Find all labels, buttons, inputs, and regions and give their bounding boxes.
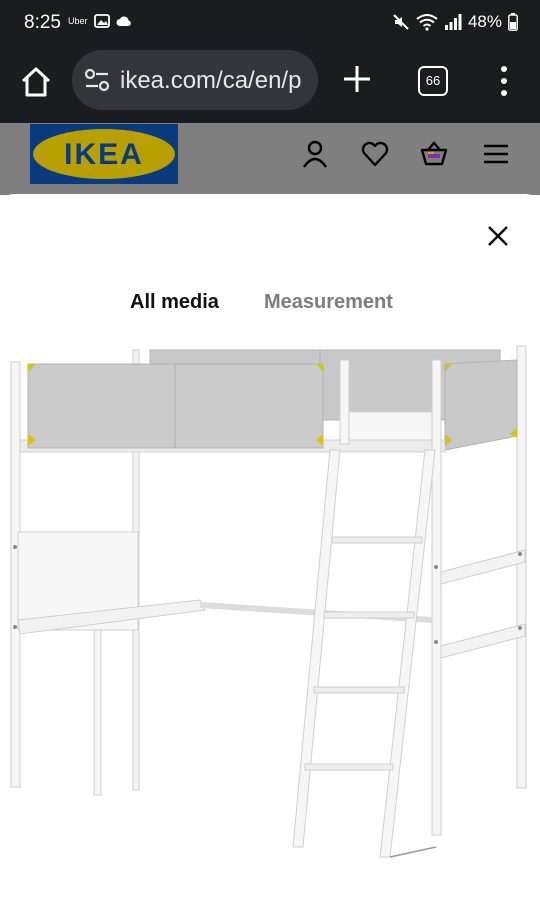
wifi-icon <box>416 14 438 31</box>
more-options-icon[interactable] <box>494 64 514 98</box>
media-modal: All media Measurement <box>0 194 540 900</box>
battery-percent: 48% <box>467 12 502 31</box>
signal-icon <box>444 14 462 30</box>
tab-switcher-button[interactable]: 66 <box>418 66 448 96</box>
ikea-logo-mark: IKEA <box>33 129 175 179</box>
account-icon[interactable] <box>300 139 330 169</box>
battery-icon <box>508 13 518 31</box>
new-tab-icon[interactable] <box>340 62 374 96</box>
address-bar[interactable]: ikea.com/ca/en/p <box>72 50 318 110</box>
cloud-icon <box>116 16 131 26</box>
status-notifications: Uber <box>68 14 132 28</box>
ikea-logo[interactable]: IKEA <box>30 124 178 184</box>
loft-bed-image <box>10 345 527 858</box>
mute-icon <box>393 14 409 30</box>
home-icon[interactable] <box>18 64 54 100</box>
tab-all-media[interactable]: All media <box>130 291 219 314</box>
menu-icon[interactable] <box>481 139 511 169</box>
site-settings-icon[interactable] <box>84 68 110 92</box>
close-icon[interactable] <box>484 222 512 250</box>
site-header: IKEA <box>0 123 540 195</box>
tab-measurement[interactable]: Measurement <box>264 291 393 314</box>
status-bar: 8:25 Uber 48% <box>0 0 540 46</box>
favorites-icon[interactable] <box>360 139 390 169</box>
uber-notification-icon: Uber <box>68 16 88 26</box>
url-text[interactable]: ikea.com/ca/en/p <box>120 67 301 95</box>
status-time: 8:25 <box>24 12 61 33</box>
cart-icon[interactable] <box>419 139 449 169</box>
status-system: 48% <box>392 12 518 32</box>
gallery-icon <box>93 14 110 28</box>
browser-toolbar: ikea.com/ca/en/p 66 <box>0 46 540 123</box>
svg-text:IKEA: IKEA <box>64 138 144 171</box>
